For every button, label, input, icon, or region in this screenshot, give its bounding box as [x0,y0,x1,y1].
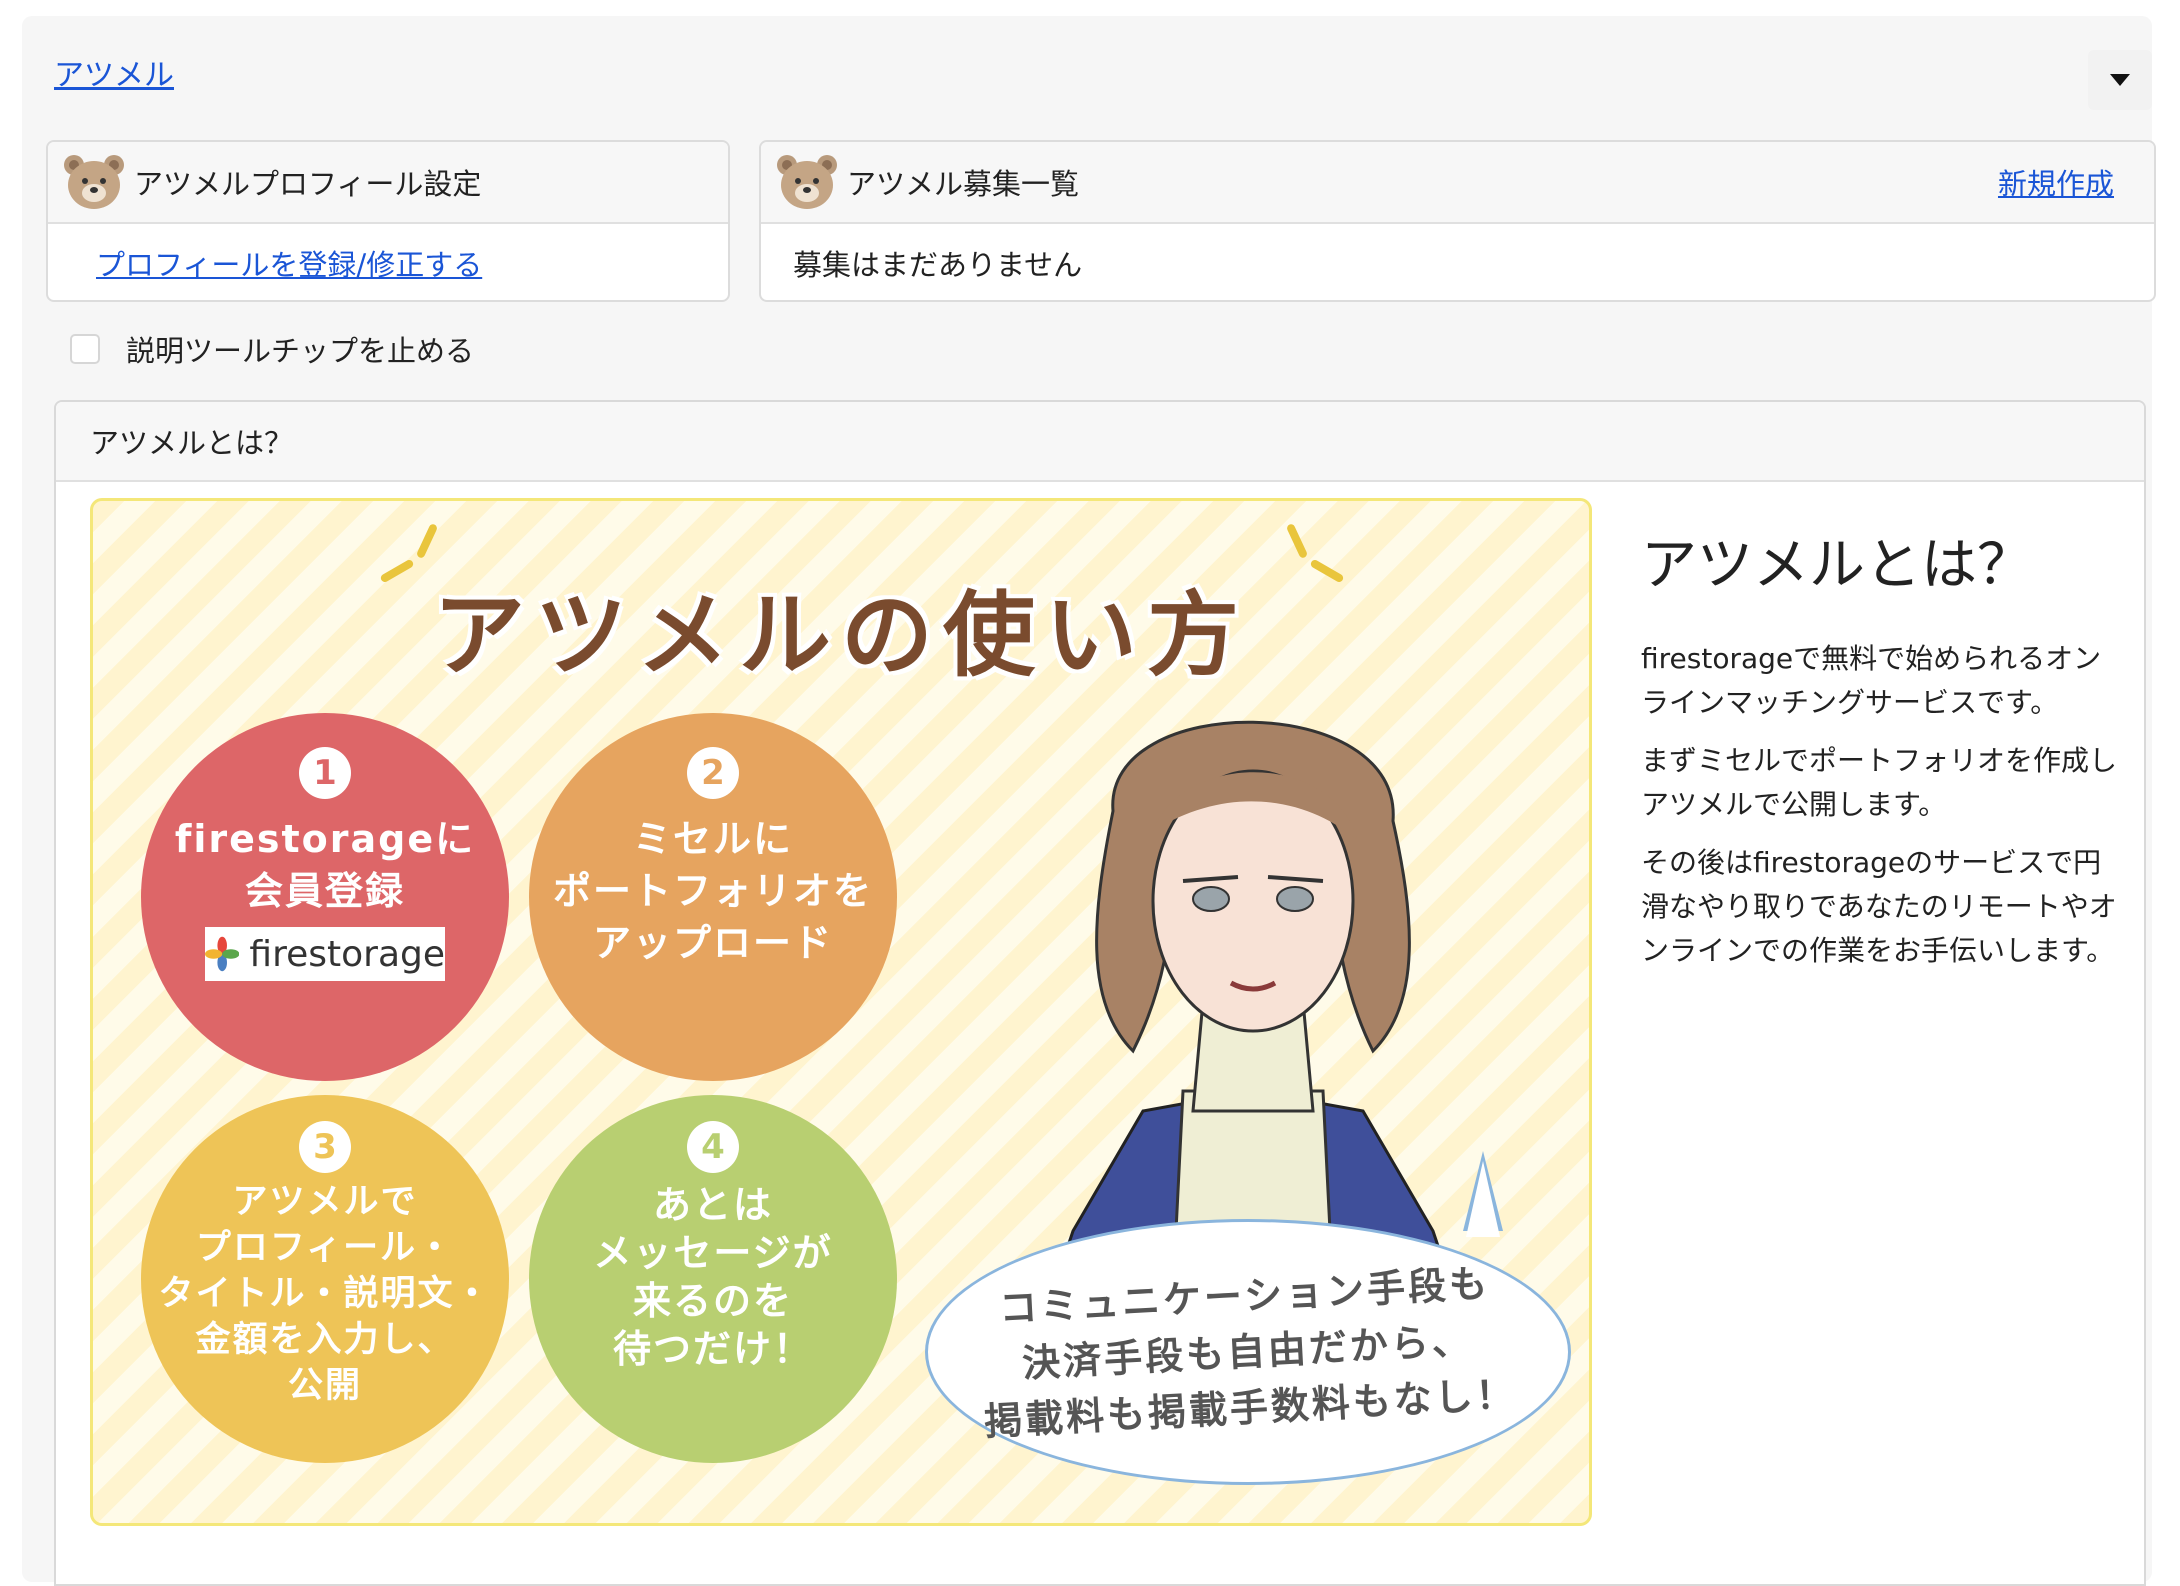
step-3-number: 3 [299,1121,351,1173]
atsumeru-home-link[interactable]: アツメル [54,50,174,94]
about-description: アツメルとは？ firestorageで無料で始められるオンラインマッチングサー… [1641,520,2121,987]
recruit-list-card: アツメル募集一覧 新規作成 募集はまだありません [759,140,2156,302]
caret-down-icon [2110,74,2130,86]
recruit-card-header: アツメル募集一覧 新規作成 [761,142,2154,224]
step-1-circle: 1 firestorageに 会員登録 firestorage [141,713,509,1081]
about-title: アツメルとは？ [1641,533,2033,598]
bear-icon [64,155,124,209]
step-2-text: ミセルに ポートフォリオを アップロード [552,817,873,965]
stop-tooltip-label: 説明ツールチップを止める [126,334,475,368]
about-paragraph-2: まずミセルでポートフォリオを作成しアツメルで公開します。 [1641,744,2118,821]
step-2-number: 2 [687,747,739,799]
recruit-card-title: アツメル募集一覧 [847,167,1080,201]
speech-bubble-text: コミュニケーション手段も 決済手段も自由だから、 掲載料も掲載手数料もなし！ [983,1261,1519,1444]
how-to-use-banner: アツメルの使い方 1 firestorageに 会員登録 firestorage… [90,498,1592,1526]
firestorage-flower-icon [205,936,240,972]
speech-bubble-tail-fill [1466,1161,1500,1237]
tooltip-toggle-row: 説明ツールチップを止める [70,328,474,370]
about-paragraph-1: firestorageで無料で始められるオンラインマッチングサービスです。 [1641,642,2102,719]
profile-settings-card: アツメルプロフィール設定 プロフィールを登録/修正する [46,140,730,302]
about-panel: アツメルとは？ アツメルの使い方 1 firestorageに 会員登録 fir… [54,400,2146,1586]
step-2-circle: 2 ミセルに ポートフォリオを アップロード [529,713,897,1081]
profile-card-header: アツメルプロフィール設定 [48,142,728,224]
stop-tooltip-checkbox[interactable] [70,334,100,364]
about-paragraph-3: その後はfirestorageのサービスで円滑なやり取りであなたのリモートやオン… [1641,846,2117,967]
step-4-number: 4 [687,1121,739,1173]
bear-icon [777,155,837,209]
step-3-circle: 3 アツメルで プロフィール・ タイトル・説明文・ 金額を入力し、 公開 [141,1095,509,1463]
step-4-text: あとは メッセージが 来るのを 待つだけ！ [593,1183,833,1371]
step-3-text: アツメルで プロフィール・ タイトル・説明文・ 金額を入力し、 公開 [158,1182,492,1406]
recruit-empty-text: 募集はまだありません [793,248,1083,282]
profile-card-title: アツメルプロフィール設定 [134,167,482,201]
menu-toggle-button[interactable] [2088,50,2152,110]
profile-card-body: プロフィールを登録/修正する [48,224,728,300]
sparkle-decoration [415,522,439,560]
firestorage-logo-text: firestorage [249,933,445,975]
recruit-card-body: 募集はまだありません [761,224,2154,300]
register-profile-link[interactable]: プロフィールを登録/修正する [96,248,482,282]
sparkle-decoration [1285,522,1309,560]
step-4-circle: 4 あとは メッセージが 来るのを 待つだけ！ [529,1095,897,1463]
step-1-number: 1 [299,747,351,799]
firestorage-logo: firestorage [205,927,445,981]
step-1-text: firestorageに 会員登録 [174,817,476,913]
create-new-link[interactable]: 新規作成 [1998,161,2114,203]
speech-bubble: コミュニケーション手段も 決済手段も自由だから、 掲載料も掲載手数料もなし！ [925,1219,1571,1485]
about-panel-header: アツメルとは？ [56,402,2144,482]
